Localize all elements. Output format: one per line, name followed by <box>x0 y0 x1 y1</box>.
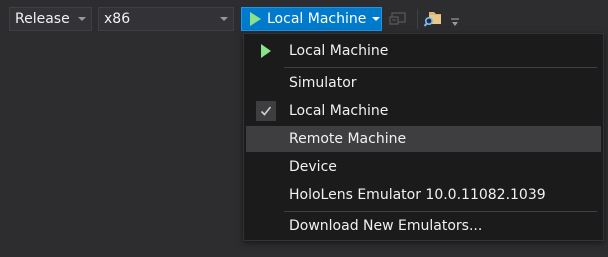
menu-item-label: Local Machine <box>289 43 389 59</box>
find-in-files-button[interactable] <box>422 8 444 30</box>
folder-search-icon <box>423 12 441 27</box>
menu-item-hololens-emulator[interactable]: HoloLens Emulator 10.0.11082.1039 <box>246 182 601 208</box>
solution-configuration-combo[interactable]: Release <box>9 7 92 31</box>
play-icon <box>256 41 276 61</box>
menu-item-label: Local Machine <box>289 103 389 119</box>
menu-item-label: Device <box>289 159 337 175</box>
menu-item-label: Download New Emulators... <box>289 218 483 234</box>
menu-item-label: HoloLens Emulator 10.0.11082.1039 <box>289 187 546 203</box>
menu-item-simulator[interactable]: Simulator <box>246 70 601 96</box>
menu-separator <box>284 67 597 68</box>
menu-item-download-emulators[interactable]: Download New Emulators... <box>246 213 601 239</box>
menu-item-local-machine[interactable]: Local Machine <box>246 98 601 124</box>
menu-item-label: Remote Machine <box>289 131 407 147</box>
solution-platform-value: x86 <box>104 11 131 27</box>
run-target-label: Local Machine <box>267 11 367 27</box>
solution-configuration-value: Release <box>15 11 70 27</box>
overflow-chevron-icon <box>451 18 459 26</box>
menu-item-label: Simulator <box>289 75 357 91</box>
menu-separator <box>284 211 597 212</box>
chevron-down-icon[interactable] <box>73 17 91 21</box>
chevron-down-icon[interactable] <box>370 17 381 21</box>
toolbar-area: Release x86 Local Machine Local Machine … <box>0 0 608 257</box>
check-icon <box>256 101 276 121</box>
play-icon <box>250 12 261 26</box>
run-target-button[interactable]: Local Machine <box>241 7 382 31</box>
chevron-down-icon[interactable] <box>215 17 233 21</box>
menu-item-device[interactable]: Device <box>246 154 601 180</box>
toolbar-overflow-button[interactable] <box>449 13 461 31</box>
solution-platform-combo[interactable]: x86 <box>98 7 234 31</box>
toolbar-separator <box>417 9 418 29</box>
menu-item-local-machine-default[interactable]: Local Machine <box>246 38 601 64</box>
monitor-icon <box>389 12 406 25</box>
run-target-dropdown-menu: Local Machine Simulator Local Machine Re… <box>243 33 604 241</box>
attach-device-button[interactable] <box>387 9 409 29</box>
menu-item-remote-machine[interactable]: Remote Machine <box>246 126 601 152</box>
